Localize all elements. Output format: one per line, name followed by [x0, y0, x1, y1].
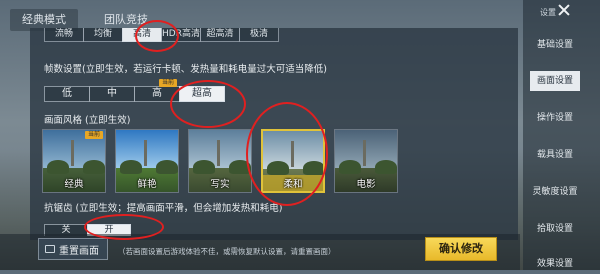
style-soft-label: 柔和 [263, 175, 323, 191]
reset-hint: （若画面设置后游戏体验不佳，或需恢复默认设置，请重置画面） [118, 247, 336, 256]
quality-option-hdr-hd[interactable]: HDR高清 [161, 28, 201, 42]
quality-selector: 流畅 均衡 高清 HDR高清 超高清 极清 [44, 28, 279, 42]
fps-label: 帧数设置(立即生效，若运行卡顿、发热量和耗电量过大可适当降低) [44, 64, 327, 75]
reset-label: 重置画面 [59, 245, 99, 257]
close-icon[interactable] [557, 3, 571, 17]
style-vivid-label: 鲜艳 [137, 179, 157, 190]
fps-option-high[interactable]: 当前 高 [134, 79, 180, 102]
style-option-vivid[interactable]: 鲜艳 [115, 129, 179, 193]
style-selector: 当前 经典 鲜艳 写实 柔和 电影 [42, 129, 398, 193]
quality-option-extreme[interactable]: 极清 [239, 28, 279, 42]
sidebar-item-controls[interactable]: 操作设置 [532, 108, 578, 128]
quality-option-balanced[interactable]: 均衡 [83, 28, 123, 42]
fps-option-high-label: 高 [152, 88, 162, 99]
style-option-soft[interactable]: 柔和 [261, 129, 325, 193]
style-option-realistic[interactable]: 写实 [188, 129, 252, 193]
fps-option-ultra[interactable]: 超高 [179, 86, 225, 102]
reset-icon [45, 245, 55, 253]
graphics-settings-panel: 流畅 均衡 高清 HDR高清 超高清 极清 帧数设置(立即生效，若运行卡顿、发热… [30, 28, 518, 240]
confirm-button[interactable]: 确认修改 [425, 237, 497, 261]
sidebar-item-effects[interactable]: 效果设置 [532, 254, 578, 274]
quality-option-ultra-hd[interactable]: 超高清 [200, 28, 240, 42]
fps-selector: 低 中 当前 高 超高 [44, 79, 225, 102]
style-option-classic[interactable]: 当前 经典 [42, 129, 106, 193]
quality-option-smooth[interactable]: 流畅 [44, 28, 84, 42]
current-badge: 当前 [84, 131, 103, 139]
fps-option-low[interactable]: 低 [44, 86, 90, 102]
style-cinematic-label: 电影 [356, 179, 376, 190]
sidebar-item-basic[interactable]: 基础设置 [532, 35, 578, 55]
current-badge: 当前 [158, 79, 177, 87]
style-option-cinematic[interactable]: 电影 [334, 129, 398, 193]
reset-graphics-button[interactable]: 重置画面 [38, 238, 108, 260]
antialias-label: 抗锯齿 (立即生效；提高画面平滑，但会增加发热和耗电) [44, 203, 283, 214]
style-classic-label: 经典 [64, 179, 84, 190]
sidebar-item-pickup[interactable]: 拾取设置 [532, 219, 578, 239]
sidebar-item-vehicle[interactable]: 载具设置 [532, 145, 578, 165]
sidebar-title: 设置 [540, 8, 556, 17]
style-label: 画面风格 (立即生效) [44, 115, 131, 126]
sidebar-item-graphics[interactable]: 画面设置 [530, 71, 580, 91]
quality-option-hd[interactable]: 高清 [122, 28, 162, 42]
sidebar-item-sensitivity[interactable]: 灵敏度设置 [532, 182, 578, 202]
fps-option-medium[interactable]: 中 [89, 86, 135, 102]
style-realistic-label: 写实 [210, 179, 230, 190]
